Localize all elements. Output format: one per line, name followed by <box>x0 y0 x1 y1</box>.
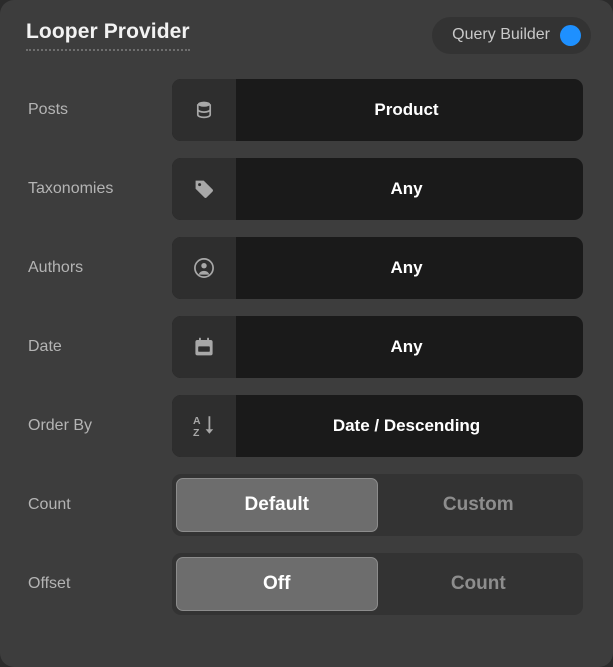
date-value: Any <box>390 336 423 356</box>
database-icon <box>172 78 236 141</box>
svg-text:A: A <box>193 415 201 427</box>
offset-segmented-control[interactable]: Off Count <box>172 552 583 615</box>
date-select[interactable]: Any <box>172 315 583 378</box>
page-title: Looper Provider <box>26 19 190 51</box>
sort-az-descending-icon: A Z <box>172 394 236 457</box>
query-builder-toggle[interactable]: Query Builder <box>432 16 591 54</box>
account-circle-icon <box>172 236 236 299</box>
authors-value: Any <box>390 257 423 277</box>
authors-select[interactable]: Any <box>172 236 583 299</box>
row-label-offset: Offset <box>28 574 71 592</box>
settings-rows: Posts Product Taxonomies Any Authors Any… <box>0 70 613 623</box>
tag-icon <box>172 157 236 220</box>
posts-value: Product <box>374 99 439 119</box>
query-builder-label: Query Builder <box>452 26 550 43</box>
posts-select[interactable]: Product <box>172 78 583 141</box>
row-taxonomies: Taxonomies Any <box>0 149 583 228</box>
row-label-order-by: Order By <box>28 416 93 434</box>
taxonomies-select[interactable]: Any <box>172 157 583 220</box>
panel-header: Looper Provider Query Builder <box>0 0 613 70</box>
row-authors: Authors Any <box>0 228 583 307</box>
count-segmented-control[interactable]: Default Custom <box>172 473 583 536</box>
looper-provider-panel: Looper Provider Query Builder Posts Prod… <box>0 0 613 667</box>
row-label-date: Date <box>28 337 62 355</box>
toggle-on-dot-icon[interactable] <box>560 24 581 46</box>
calendar-icon <box>172 315 236 378</box>
row-offset: Offset Off Count <box>0 544 583 623</box>
row-label-count: Count <box>28 495 71 513</box>
row-order-by: Order By A Z Date / Descending <box>0 386 583 465</box>
offset-segment-off[interactable]: Off <box>176 556 378 611</box>
row-label-taxonomies: Taxonomies <box>28 179 114 197</box>
svg-text:Z: Z <box>193 427 200 439</box>
count-segment-custom[interactable]: Custom <box>378 478 580 532</box>
count-segment-default[interactable]: Default <box>176 477 378 532</box>
taxonomies-value: Any <box>390 178 423 198</box>
row-label-authors: Authors <box>28 258 84 276</box>
order-by-select[interactable]: A Z Date / Descending <box>172 394 583 457</box>
row-date: Date Any <box>0 307 583 386</box>
offset-segment-count[interactable]: Count <box>378 557 580 611</box>
order-by-value: Date / Descending <box>332 415 481 435</box>
row-posts: Posts Product <box>0 70 583 149</box>
row-count: Count Default Custom <box>0 465 583 544</box>
row-label-posts: Posts <box>28 100 69 118</box>
